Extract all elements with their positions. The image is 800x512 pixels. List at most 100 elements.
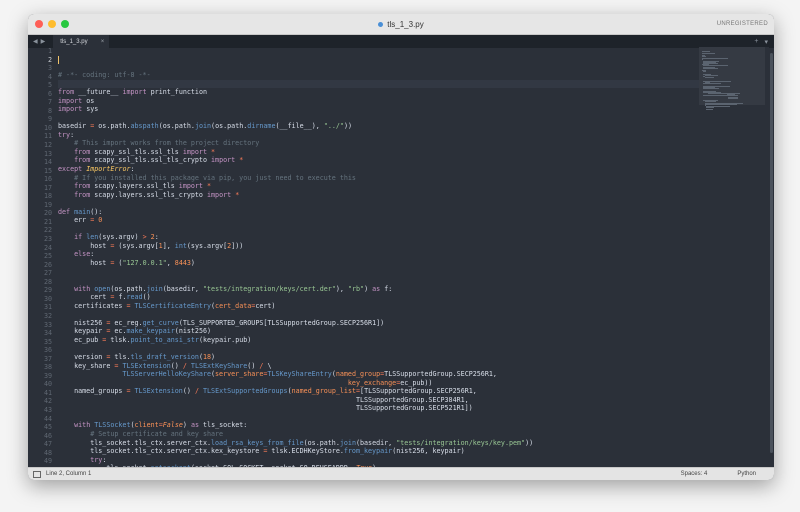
code-token: (os.path. bbox=[303, 438, 340, 447]
syntax-setting[interactable]: Python bbox=[737, 471, 756, 477]
minimap-line bbox=[706, 108, 714, 110]
vertical-scrollbar[interactable] bbox=[769, 47, 774, 468]
code-token: (os.path. bbox=[211, 122, 248, 131]
line-number: 34 bbox=[43, 329, 52, 338]
code-token: ec_pub)) bbox=[400, 378, 433, 387]
code-token: )) bbox=[343, 122, 353, 131]
code-token: version bbox=[58, 353, 107, 362]
minimap-line bbox=[727, 97, 739, 99]
code-token: (keypair.pub) bbox=[198, 335, 252, 344]
indentation-setting[interactable]: Spaces: 4 bbox=[681, 471, 708, 477]
line-number: 7 bbox=[47, 98, 52, 107]
code-token: ) bbox=[182, 421, 191, 430]
close-window-button[interactable] bbox=[35, 20, 43, 28]
code-token: import bbox=[58, 96, 83, 105]
code-line: def main(): bbox=[58, 208, 699, 217]
line-number: 18 bbox=[43, 192, 52, 201]
scrollbar-thumb[interactable] bbox=[770, 53, 773, 453]
code-token: server_share bbox=[215, 370, 264, 379]
code-token: named_groups bbox=[58, 387, 127, 396]
line-number: 12 bbox=[43, 141, 52, 150]
code-token: scapy.layers.ssl_tls bbox=[90, 182, 179, 191]
unregistered-label: UNREGISTERED bbox=[716, 21, 768, 27]
plus-icon[interactable]: + bbox=[754, 38, 758, 45]
line-number: 2 bbox=[47, 55, 52, 64]
code-line: version = tls.tls_draft_version(18) bbox=[58, 353, 699, 362]
code-token: join bbox=[194, 122, 212, 131]
code-token: if bbox=[74, 233, 83, 242]
code-token: TLSKeyShareEntry bbox=[267, 370, 332, 379]
code-line: certificates = TLSCertificateEntry(cert_… bbox=[58, 302, 699, 311]
tab-nav-arrows-icon[interactable]: ◀ ▶ bbox=[33, 38, 45, 45]
code-token: (os.path. bbox=[110, 284, 147, 293]
code-token: ])) bbox=[231, 241, 244, 250]
line-number: 49 bbox=[43, 457, 52, 466]
arrow-left-icon[interactable]: ◀ bbox=[33, 38, 38, 45]
minimap[interactable] bbox=[699, 47, 769, 468]
code-line: import os bbox=[58, 97, 699, 106]
code-token: __future__ bbox=[74, 88, 123, 97]
line-number: 44 bbox=[43, 414, 52, 423]
editor-area: 1 2 3 4 5 6 7 8 9 10 11 12 13 14 15 16 17 18 19 20 21 22 23 24 2… bbox=[28, 47, 774, 468]
minimap-line bbox=[703, 67, 718, 69]
line-number: 21 bbox=[43, 217, 52, 226]
minimap-line bbox=[702, 51, 711, 52]
minimap-line bbox=[703, 83, 721, 85]
line-number: 9 bbox=[47, 115, 52, 124]
arrow-right-icon[interactable]: ▶ bbox=[41, 38, 46, 45]
minimap-line bbox=[703, 71, 706, 73]
line-number: 28 bbox=[43, 277, 52, 286]
code-token: def bbox=[58, 207, 71, 216]
code-token: import bbox=[182, 147, 207, 156]
minimap-line bbox=[702, 58, 728, 60]
code-token: try bbox=[90, 455, 103, 464]
file-icon bbox=[378, 21, 384, 27]
zoom-window-button[interactable] bbox=[61, 20, 69, 28]
line-number: 20 bbox=[43, 209, 52, 218]
code-token: dirname bbox=[247, 122, 276, 131]
line-number: 10 bbox=[43, 123, 52, 132]
chevron-down-icon[interactable]: ▾ bbox=[764, 38, 768, 46]
code-token: tls_socket.tls_ctx.server_ctx. bbox=[58, 438, 211, 447]
code-line: with TLSSocket(client=False) as tls_sock… bbox=[58, 421, 699, 430]
code-token: tlsk.ECDHKeyStore. bbox=[267, 447, 344, 456]
code-token: ec. bbox=[110, 327, 127, 336]
code-token: * bbox=[235, 190, 240, 199]
close-tab-icon[interactable]: × bbox=[101, 39, 105, 45]
line-number: 15 bbox=[43, 166, 52, 175]
line-number: 37 bbox=[43, 354, 52, 363]
line-number: 38 bbox=[43, 363, 52, 372]
code-token: "../" bbox=[323, 122, 344, 131]
code-view[interactable]: # -*- coding: utf-8 -*- from __future__ i… bbox=[58, 47, 699, 468]
code-token: tlsk. bbox=[106, 335, 131, 344]
code-token: * bbox=[207, 182, 212, 191]
code-token: "127.0.0.1" bbox=[122, 259, 167, 268]
code-token: # Setup certificate and key share bbox=[90, 429, 224, 438]
line-number: 31 bbox=[43, 303, 52, 312]
line-number: 17 bbox=[43, 183, 52, 192]
code-token: ec_reg. bbox=[110, 318, 143, 327]
code-token: ) bbox=[211, 353, 216, 362]
code-token: TLSExtension bbox=[122, 361, 171, 370]
panel-toggle-icon[interactable] bbox=[33, 470, 41, 478]
minimize-window-button[interactable] bbox=[48, 20, 56, 28]
minimap-line bbox=[703, 88, 719, 90]
code-line: # If you installed this package via pip,… bbox=[58, 174, 699, 183]
code-token: tls. bbox=[110, 353, 131, 362]
line-number: 6 bbox=[47, 89, 52, 98]
code-token: [TLSSupportedGroup.SECP256R1, bbox=[360, 387, 477, 396]
code-token: basedir bbox=[58, 122, 91, 131]
code-token: (sys.argv) bbox=[98, 233, 143, 242]
code-line: # Setup certificate and key share bbox=[58, 430, 699, 439]
code-token: f. bbox=[114, 293, 127, 302]
code-token: key_share bbox=[58, 361, 115, 370]
code-line: named_groups = TLSExtension() / TLSExtSu… bbox=[58, 387, 699, 396]
code-token: 0 bbox=[98, 216, 103, 225]
line-number: 23 bbox=[43, 235, 52, 244]
code-token: keypair bbox=[58, 327, 107, 336]
code-token: get_curve bbox=[142, 318, 179, 327]
code-token: () bbox=[247, 361, 260, 370]
